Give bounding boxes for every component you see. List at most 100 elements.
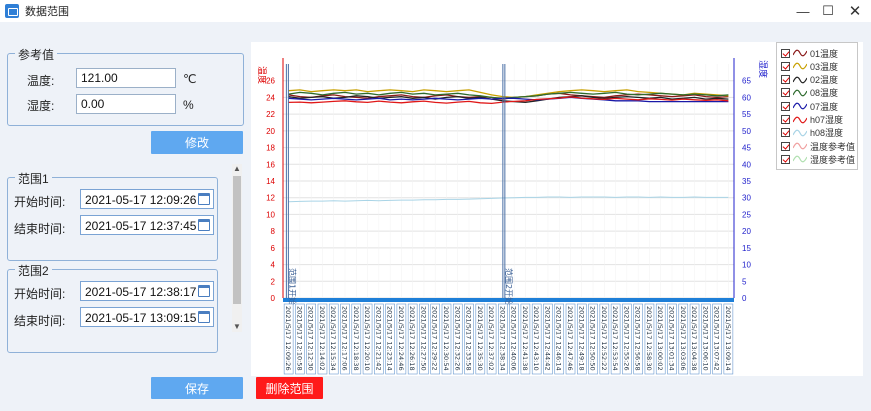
legend-item[interactable]: h07湿度 [781, 114, 843, 126]
y-left-tick-label: 0 [271, 294, 276, 303]
x-tick-label: 2021/5/17 12:14:02 [318, 306, 326, 371]
calendar-icon[interactable] [198, 193, 210, 205]
legend-checkbox[interactable] [781, 61, 790, 71]
legend-item[interactable]: 湿度参考值 [781, 153, 855, 165]
humid-label: 湿度: [27, 99, 55, 113]
range1-end-picker[interactable]: 2021-05-17 12:37:45 [80, 215, 214, 235]
x-tick-label: 2021/5/17 12:44:42 [543, 306, 551, 371]
legend-swatch-icon [793, 116, 807, 123]
x-tick-label: 2021/5/17 12:52:22 [600, 306, 608, 371]
range-marker-label: 范围1开始 [287, 268, 297, 305]
x-tick-label: 2021/5/17 13:07:42 [713, 306, 721, 371]
legend-label: 02温度 [810, 75, 839, 86]
y-left-title: 温度 [256, 66, 268, 84]
legend-checkbox[interactable] [781, 88, 790, 98]
legend-swatch-icon [793, 76, 807, 83]
y-left-tick-label: 12 [266, 194, 275, 203]
x-tick-label: 2021/5/17 12:56:58 [634, 306, 642, 371]
y-left-tick-label: 24 [266, 93, 275, 102]
y-left-tick-label: 26 [266, 77, 275, 86]
range1-start-value: 2021-05-17 12:09:26 [85, 193, 197, 207]
y-left-tick-label: 20 [266, 127, 275, 136]
y-right-tick-label: 50 [742, 127, 751, 136]
legend-item[interactable]: h08湿度 [781, 127, 843, 139]
y-right-title: 湿度 [757, 60, 769, 78]
x-tick-label: 2021/5/17 12:26:18 [408, 306, 416, 371]
y-left-tick-label: 8 [271, 227, 276, 236]
calendar-icon[interactable] [198, 311, 210, 323]
x-tick-label: 2021/5/17 12:20:10 [363, 306, 371, 371]
range1-title: 范围1 [15, 170, 52, 187]
range2-group: 范围2 开始时间: 2021-05-17 12:38:17 结束时间: 2021… [7, 262, 218, 353]
x-tick-label: 2021/5/17 12:37:02 [487, 306, 495, 371]
x-tick-label: 2021/5/17 12:12:30 [307, 306, 315, 371]
range2-end-value: 2021-05-17 13:09:15 [85, 311, 197, 325]
calendar-icon[interactable] [198, 285, 210, 297]
scroll-down-icon[interactable]: ▼ [232, 322, 242, 332]
x-tick-label: 2021/5/17 12:58:30 [645, 306, 653, 371]
legend-label: 湿度参考值 [810, 154, 856, 165]
y-left-tick-label: 14 [266, 177, 275, 186]
range2-start-value: 2021-05-17 12:38:17 [85, 285, 197, 299]
ranges-scrollbar[interactable]: ▲ ▼ [232, 164, 242, 332]
legend-item[interactable]: 01温度 [781, 47, 838, 59]
temp-label: 温度: [27, 74, 55, 88]
legend-checkbox[interactable] [781, 101, 790, 111]
x-tick-label: 2021/5/17 12:47:46 [566, 306, 574, 371]
y-right-tick-label: 15 [742, 244, 751, 253]
legend-checkbox[interactable] [781, 48, 790, 58]
scroll-thumb[interactable] [233, 176, 241, 304]
legend-label: 01温度 [810, 48, 839, 59]
y-right-tick-label: 60 [742, 93, 751, 102]
range2-end-label: 结束时间: [14, 314, 66, 328]
range1-start-picker[interactable]: 2021-05-17 12:09:26 [80, 189, 214, 209]
x-tick-label: 2021/5/17 12:29:22 [431, 306, 439, 371]
legend-item[interactable]: 07温度 [781, 100, 838, 112]
range2-title: 范围2 [15, 262, 52, 279]
legend-item[interactable]: 温度参考值 [781, 140, 855, 152]
delete-range-button[interactable]: 删除范围 [256, 377, 323, 399]
humid-input[interactable] [76, 94, 176, 114]
legend-swatch-icon [793, 89, 807, 97]
legend-swatch-icon [793, 129, 807, 137]
legend-label: 08温度 [810, 88, 839, 99]
x-tick-label: 2021/5/17 12:35:30 [476, 306, 484, 371]
save-button[interactable]: 保存 [151, 377, 243, 399]
legend-item[interactable]: 03温度 [781, 60, 838, 72]
legend-checkbox[interactable] [781, 154, 790, 164]
legend-swatch-icon [793, 156, 807, 163]
y-right-tick-label: 45 [742, 144, 751, 153]
range2-end-picker[interactable]: 2021-05-17 13:09:15 [80, 307, 214, 327]
temp-input[interactable] [76, 68, 176, 88]
humid-unit: % [183, 98, 194, 112]
y-left-tick-label: 4 [271, 261, 276, 270]
legend-label: h07湿度 [810, 115, 844, 125]
y-left-tick-label: 10 [266, 210, 275, 219]
y-right-tick-label: 35 [742, 177, 751, 186]
legend-item[interactable]: 08温度 [781, 87, 838, 99]
y-right-tick-label: 20 [742, 227, 751, 236]
chart-panel: 0 2 4 6 8 10 12 14 16 18 20 22 24 26 0 5 10 15 20 25 30 35 40 4… [251, 42, 863, 376]
calendar-icon[interactable] [198, 219, 210, 231]
legend-item[interactable]: 02温度 [781, 74, 838, 86]
legend-checkbox[interactable] [781, 115, 790, 124]
scroll-up-icon[interactable]: ▲ [232, 164, 242, 174]
x-tick-label: 2021/5/17 12:40:06 [510, 306, 518, 371]
x-tick-label: 2021/5/17 12:53:54 [611, 306, 619, 371]
legend-swatch-icon [793, 142, 807, 150]
range1-start-label: 开始时间: [14, 195, 66, 209]
y-left-tick-label: 18 [266, 144, 275, 153]
y-left-tick-label: 6 [271, 244, 276, 253]
modify-button[interactable]: 修改 [151, 131, 243, 154]
close-button[interactable]: ✕ [838, 0, 871, 22]
legend-swatch-icon [793, 102, 807, 110]
x-tick-label: 2021/5/17 13:00:02 [656, 306, 664, 371]
y-right-tick-label: 0 [742, 294, 747, 303]
legend-checkbox[interactable] [781, 75, 790, 85]
legend-checkbox[interactable] [781, 128, 790, 138]
range2-start-picker[interactable]: 2021-05-17 12:38:17 [80, 281, 214, 301]
legend-checkbox[interactable] [781, 141, 790, 151]
reference-group: 参考值 温度: ℃ 湿度: % [7, 46, 244, 126]
x-tick-label: 2021/5/17 13:04:38 [690, 306, 698, 371]
y-right-tick-label: 5 [742, 277, 747, 286]
